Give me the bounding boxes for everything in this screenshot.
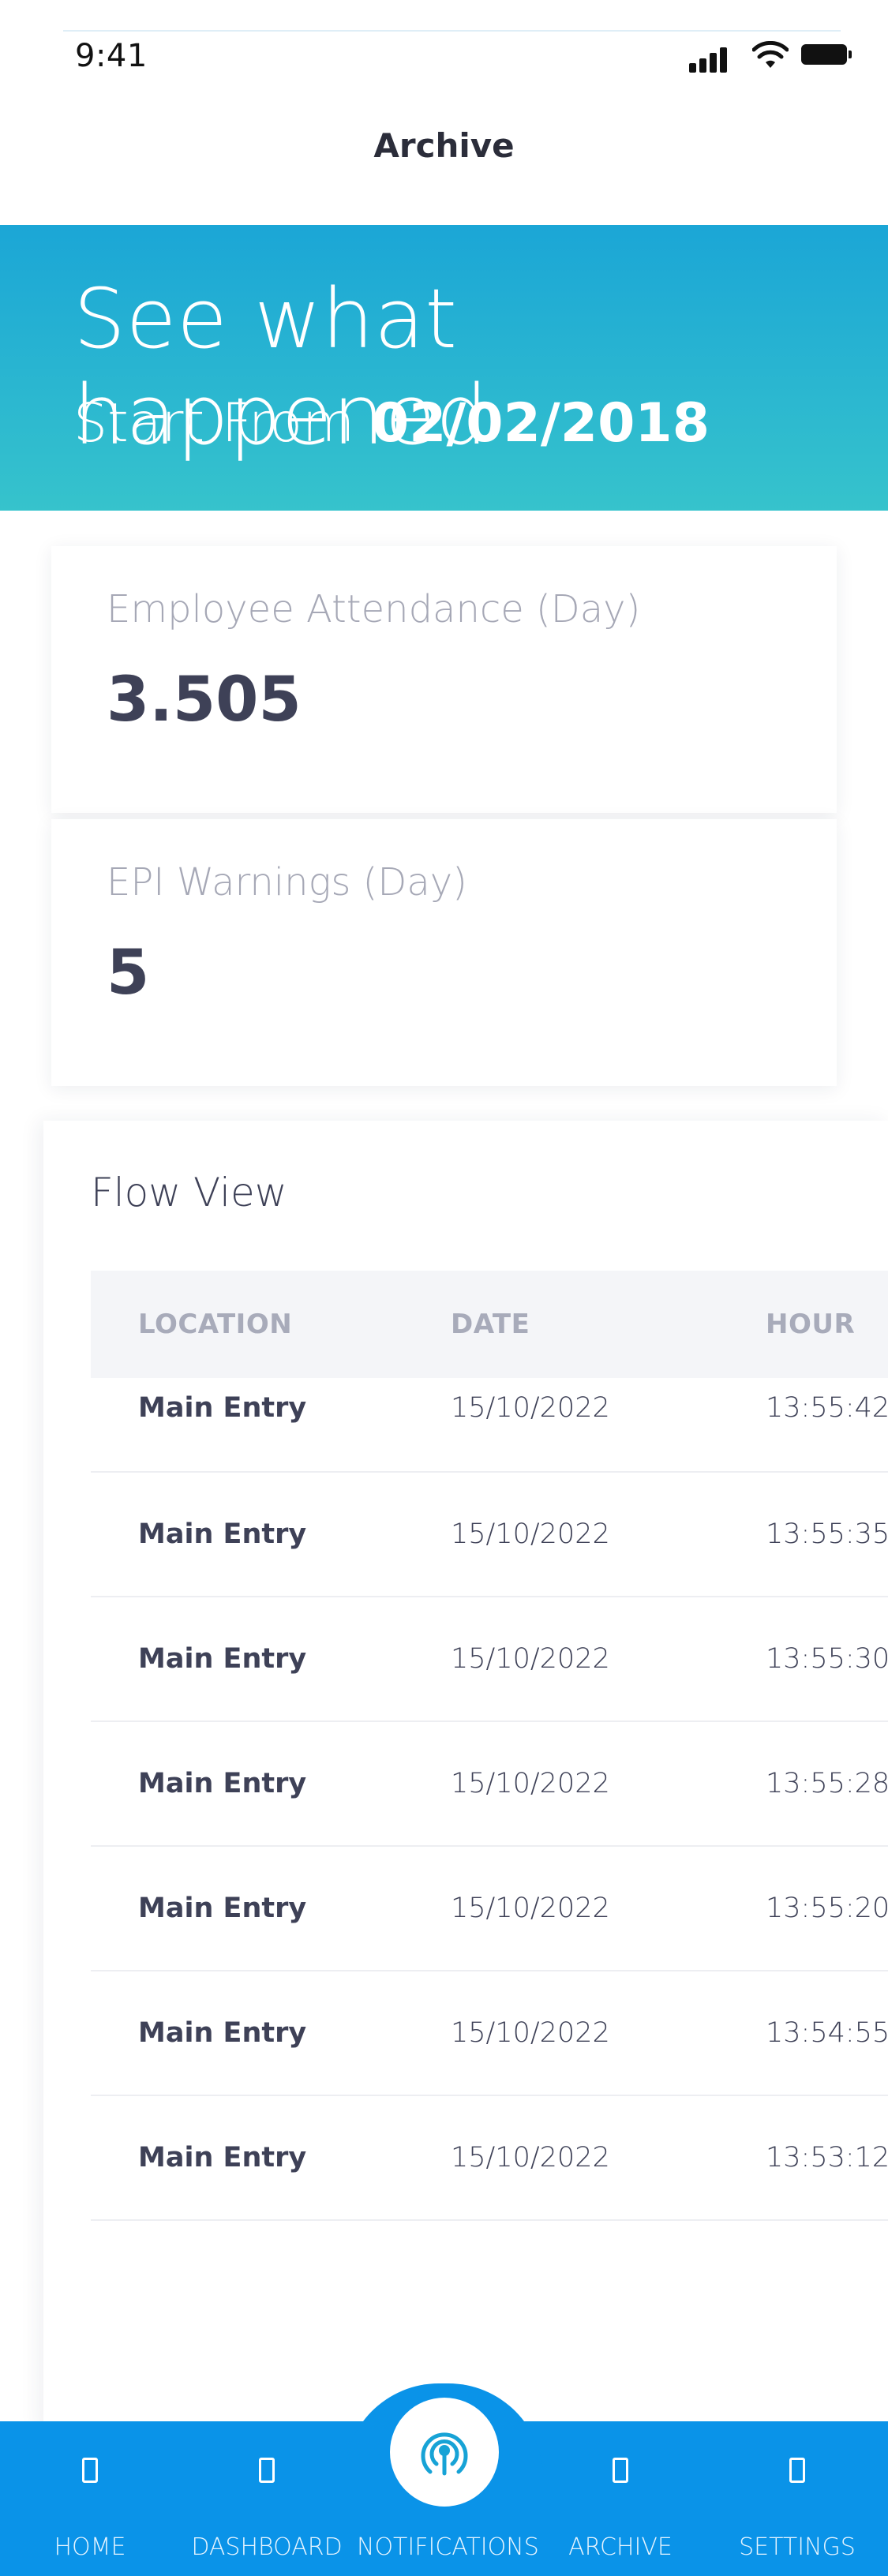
cell-date: 15/10/2022 (451, 1518, 610, 1550)
table-row[interactable]: Main Entry 15/10/2022 13:54:55 (91, 1971, 888, 2096)
epi-warnings-label: EPI Warnings (Day) (107, 860, 467, 904)
epi-warnings-card[interactable]: EPI Warnings (Day) 5 (51, 819, 837, 1086)
attendance-value: 3.505 (107, 665, 302, 736)
flow-view-title: Flow View (91, 1170, 287, 1215)
column-header-hour: HOUR (766, 1309, 856, 1340)
cell-location: Main Entry (138, 2017, 307, 2049)
home-icon (82, 2458, 98, 2483)
cell-hour: 13:55:28 (766, 1768, 888, 1799)
cell-hour: 13:55:30 (766, 1643, 888, 1675)
attendance-card[interactable]: Employee Attendance (Day) 3.505 (51, 546, 837, 813)
cell-hour: 13:54:55 (766, 2017, 888, 2049)
cell-hour: 13:55:42 (766, 1392, 888, 1424)
tab-home-label: HOME (54, 2533, 126, 2561)
table-header: LOCATION DATE HOUR (91, 1271, 888, 1378)
broadcast-icon (421, 2432, 468, 2476)
cell-location: Main Entry (138, 1768, 307, 1799)
status-divider (63, 30, 841, 32)
column-header-location: LOCATION (138, 1309, 293, 1340)
page-title: Archive (373, 126, 515, 165)
cell-date: 15/10/2022 (451, 1643, 610, 1675)
tab-settings-label: SETTINGS (739, 2533, 856, 2561)
table-row[interactable]: Main Entry 15/10/2022 13:55:28 (91, 1722, 888, 1847)
archive-icon (613, 2458, 628, 2483)
tab-home[interactable]: HOME (3, 2421, 177, 2576)
settings-icon (789, 2458, 805, 2483)
cell-location: Main Entry (138, 1893, 307, 1924)
cell-date: 15/10/2022 (451, 1392, 610, 1424)
cell-date: 15/10/2022 (451, 2142, 610, 2174)
tab-dashboard-label: DASHBOARD (191, 2533, 343, 2561)
dashboard-icon (259, 2458, 275, 2483)
table-row[interactable]: Main Entry 15/10/2022 13:55:20 (91, 1847, 888, 1971)
flow-view-panel: Flow View LOCATION DATE HOUR Main Entry … (43, 1121, 888, 2431)
table-body[interactable]: Main Entry 15/10/2022 13:55:42 Main Entr… (91, 1378, 888, 2221)
cell-hour: 13:55:35 (766, 1518, 888, 1550)
table-row[interactable]: Main Entry 15/10/2022 13:55:35 (91, 1473, 888, 1597)
cell-date: 15/10/2022 (451, 2017, 610, 2049)
cell-date: 15/10/2022 (451, 1893, 610, 1924)
table-row[interactable]: Main Entry 15/10/2022 13:55:42 (91, 1378, 888, 1473)
tab-settings[interactable]: SETTINGS (710, 2421, 884, 2576)
bottom-tab-bar: HOME DASHBOARD NOTIFICATIONS ARCHIVE SET… (0, 2383, 888, 2576)
battery-icon (801, 44, 852, 65)
cell-location: Main Entry (138, 1518, 307, 1550)
table-row[interactable]: Main Entry 15/10/2022 13:55:30 (91, 1597, 888, 1722)
cell-hour: 13:55:20 (766, 1893, 888, 1924)
cell-location: Main Entry (138, 1643, 307, 1675)
hero-subtitle-date: 02/02/2018 (371, 392, 710, 455)
status-bar: 9:41 (0, 0, 888, 74)
attendance-label: Employee Attendance (Day) (107, 587, 641, 631)
cell-location: Main Entry (138, 1392, 307, 1424)
hero-subtitle: Start From 02/02/2018 (73, 392, 710, 455)
column-header-date: DATE (451, 1309, 530, 1340)
status-time: 9:41 (75, 38, 148, 74)
epi-warnings-value: 5 (107, 938, 150, 1009)
cell-location: Main Entry (138, 2142, 307, 2174)
notifications-button[interactable] (390, 2398, 499, 2507)
cell-date: 15/10/2022 (451, 1768, 610, 1799)
hero-banner: See what happened Start From 02/02/2018 (0, 225, 888, 511)
tab-notifications-label: NOTIFICATIONS (357, 2533, 539, 2561)
tab-dashboard[interactable]: DASHBOARD (180, 2421, 354, 2576)
hero-subtitle-prefix: Start From (73, 392, 355, 455)
cell-hour: 13:53:12 (766, 2142, 888, 2174)
tab-archive-label: ARCHIVE (568, 2533, 673, 2561)
tab-archive[interactable]: ARCHIVE (534, 2421, 707, 2576)
table-row[interactable]: Main Entry 15/10/2022 13:53:12 (91, 2096, 888, 2221)
wifi-icon (752, 41, 789, 68)
status-icons (689, 41, 852, 73)
